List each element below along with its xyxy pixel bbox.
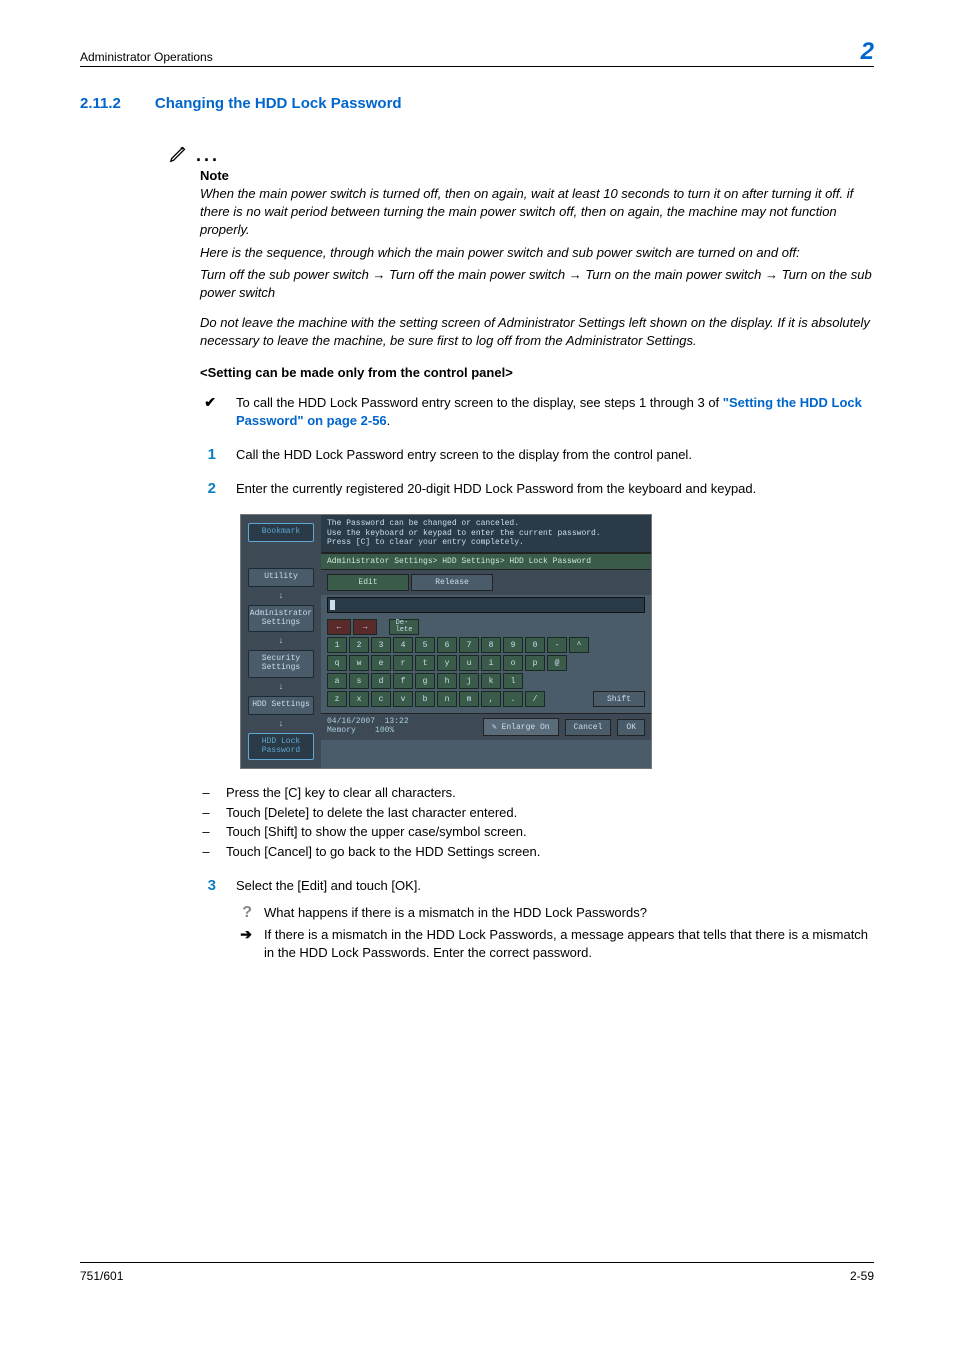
- key-2[interactable]: 2: [349, 637, 369, 653]
- key-c[interactable]: c: [371, 691, 391, 707]
- dash-item: Press the [C] key to clear all character…: [226, 783, 456, 803]
- key-h[interactable]: h: [437, 673, 457, 689]
- key-t[interactable]: t: [415, 655, 435, 671]
- answer-arrow-icon: ➔: [236, 926, 252, 943]
- note-body: When the main power switch is turned off…: [200, 185, 874, 351]
- key-1[interactable]: 1: [327, 637, 347, 653]
- key-y[interactable]: y: [437, 655, 457, 671]
- key-7[interactable]: 7: [459, 637, 479, 653]
- key-o[interactable]: o: [503, 655, 523, 671]
- key-q[interactable]: q: [327, 655, 347, 671]
- key-i[interactable]: i: [481, 655, 501, 671]
- key-x[interactable]: x: [349, 691, 369, 707]
- key-m[interactable]: m: [459, 691, 479, 707]
- step-2-text: Enter the currently registered 20-digit …: [236, 480, 874, 498]
- key-n[interactable]: n: [437, 691, 457, 707]
- dash-item: Touch [Shift] to show the upper case/sym…: [226, 822, 527, 842]
- panel-status-info: 04/16/2007 13:22 Memory 100%: [327, 718, 477, 736]
- down-arrow-icon: ↓: [278, 682, 283, 692]
- key-b[interactable]: b: [415, 691, 435, 707]
- key-s[interactable]: s: [349, 673, 369, 689]
- onscreen-keyboard: ← → De- lete 1234567890-^ qwertyuiop@ as…: [321, 615, 651, 713]
- answer-text: If there is a mismatch in the HDD Lock P…: [264, 926, 874, 962]
- key-g[interactable]: g: [415, 673, 435, 689]
- key-6[interactable]: 6: [437, 637, 457, 653]
- down-arrow-icon: ↓: [278, 591, 283, 601]
- key-l[interactable]: l: [503, 673, 523, 689]
- key-@[interactable]: @: [547, 655, 567, 671]
- key-9[interactable]: 9: [503, 637, 523, 653]
- key-u[interactable]: u: [459, 655, 479, 671]
- kb-row-4: zxcvbnm,./ Shift: [327, 691, 645, 707]
- chapter-number: 2: [861, 40, 874, 64]
- key--[interactable]: -: [547, 637, 567, 653]
- footer-page-number: 2-59: [850, 1269, 874, 1283]
- enlarge-button[interactable]: ✎ Enlarge On: [483, 718, 559, 736]
- key-4[interactable]: 4: [393, 637, 413, 653]
- shift-key[interactable]: Shift: [593, 691, 645, 707]
- bookmark-button[interactable]: Bookmark: [248, 523, 314, 542]
- key-z[interactable]: z: [327, 691, 347, 707]
- key-j[interactable]: j: [459, 673, 479, 689]
- key-a[interactable]: a: [327, 673, 347, 689]
- key-r[interactable]: r: [393, 655, 413, 671]
- key-,[interactable]: ,: [481, 691, 501, 707]
- key-d[interactable]: d: [371, 673, 391, 689]
- key-3[interactable]: 3: [371, 637, 391, 653]
- question-text: What happens if there is a mismatch in t…: [264, 904, 874, 922]
- panel-message: The Password can be changed or canceled.…: [321, 515, 651, 553]
- release-tab[interactable]: Release: [411, 574, 493, 591]
- kb-row-2: qwertyuiop@: [327, 655, 645, 671]
- key-p[interactable]: p: [525, 655, 545, 671]
- key-w[interactable]: w: [349, 655, 369, 671]
- section-number: 2.11.2: [80, 95, 121, 112]
- hdd-settings-button[interactable]: HDD Settings: [248, 696, 314, 715]
- key-k[interactable]: k: [481, 673, 501, 689]
- step-number-3: 3: [200, 877, 216, 894]
- key-e[interactable]: e: [371, 655, 391, 671]
- question-icon: ?: [236, 904, 252, 922]
- key-5[interactable]: 5: [415, 637, 435, 653]
- key-v[interactable]: v: [393, 691, 413, 707]
- bullet-check-text: To call the HDD Lock Password entry scre…: [236, 394, 874, 430]
- footer-model: 751/601: [80, 1269, 123, 1283]
- check-icon: ✔: [200, 394, 216, 411]
- left-arrow-key[interactable]: ←: [327, 619, 351, 635]
- key-.[interactable]: .: [503, 691, 523, 707]
- setting-heading: <Setting can be made only from the contr…: [200, 365, 874, 380]
- admin-settings-button[interactable]: Administrator Settings: [248, 605, 314, 633]
- note-label: Note: [200, 168, 874, 183]
- key-8[interactable]: 8: [481, 637, 501, 653]
- step-number-1: 1: [200, 446, 216, 463]
- pencil-icon: [168, 142, 190, 164]
- key-f[interactable]: f: [393, 673, 413, 689]
- step-number-2: 2: [200, 480, 216, 497]
- delete-key[interactable]: De- lete: [389, 619, 419, 635]
- utility-button[interactable]: Utility: [248, 568, 314, 587]
- key-/[interactable]: /: [525, 691, 545, 707]
- hdd-lock-password-button[interactable]: HDD Lock Password: [248, 733, 314, 761]
- step-1-text: Call the HDD Lock Password entry screen …: [236, 446, 874, 464]
- control-panel-screenshot: Bookmark Utility ↓ Administrator Setting…: [240, 514, 652, 769]
- panel-breadcrumb: Administrator Settings> HDD Settings> HD…: [321, 553, 651, 570]
- cancel-button[interactable]: Cancel: [565, 719, 612, 736]
- edit-tab[interactable]: Edit: [327, 574, 409, 591]
- key-^[interactable]: ^: [569, 637, 589, 653]
- key-0[interactable]: 0: [525, 637, 545, 653]
- note-dots: ...: [196, 146, 220, 164]
- kb-row-3: asdfghjkl: [327, 673, 645, 689]
- security-settings-button[interactable]: Security Settings: [248, 650, 314, 678]
- kb-row-1: 1234567890-^: [327, 637, 645, 653]
- down-arrow-icon: ↓: [278, 636, 283, 646]
- section-title: Changing the HDD Lock Password: [155, 95, 402, 112]
- password-entry-field[interactable]: [327, 597, 645, 613]
- right-arrow-key[interactable]: →: [353, 619, 377, 635]
- ok-button[interactable]: OK: [617, 719, 645, 736]
- step-3-text: Select the [Edit] and touch [OK].: [236, 877, 874, 895]
- dash-item: Touch [Delete] to delete the last charac…: [226, 803, 517, 823]
- page-header-title: Administrator Operations: [80, 50, 213, 64]
- down-arrow-icon: ↓: [278, 719, 283, 729]
- dash-item: Touch [Cancel] to go back to the HDD Set…: [226, 842, 540, 862]
